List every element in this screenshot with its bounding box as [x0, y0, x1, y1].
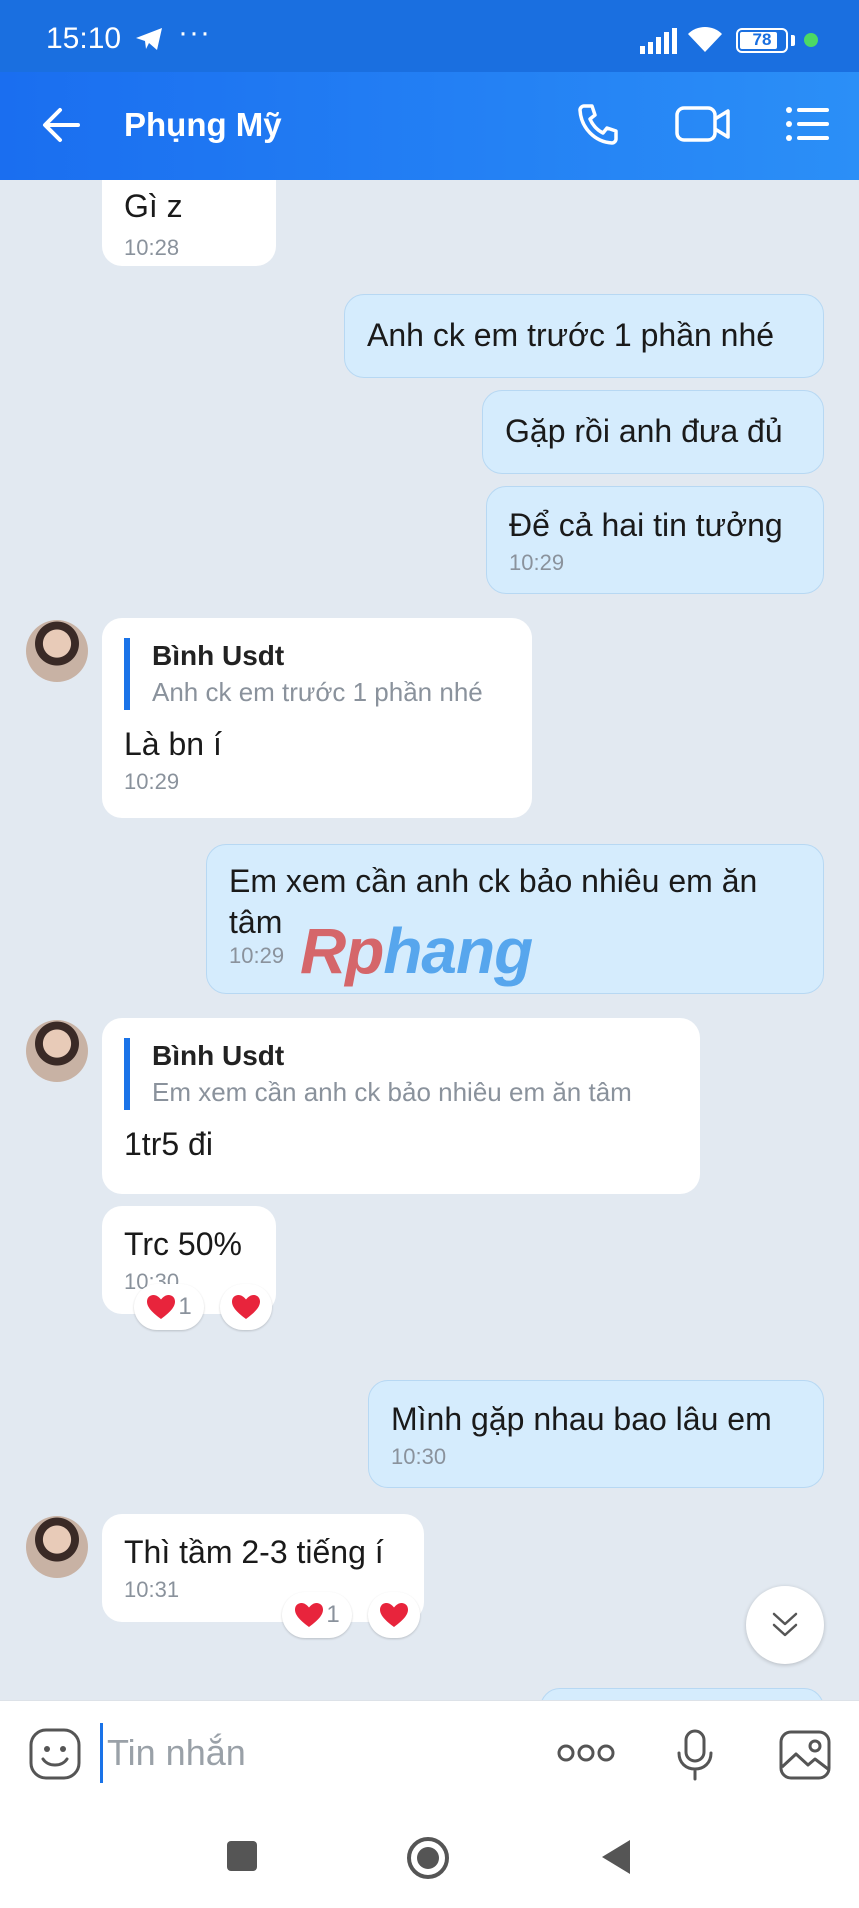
message-text: Trc 50%	[124, 1226, 242, 1262]
system-nav-bar	[0, 1806, 859, 1908]
message-time: 10:31	[124, 1577, 180, 1602]
status-time: 15:10	[46, 22, 122, 55]
message-bubble-outgoing-partial[interactable]	[540, 1688, 824, 1700]
add-reaction-button[interactable]	[220, 1284, 272, 1330]
message-text: 1tr5 đi	[124, 1126, 213, 1162]
privacy-indicator-dot	[804, 33, 818, 47]
message-bubble-outgoing[interactable]: Mình gặp nhau bao lâu em 10:30	[368, 1380, 824, 1488]
message-text: Để cả hai tin tưởng	[509, 507, 783, 543]
reply-quote[interactable]: Bình Usdt Em xem cần anh ck bảo nhiêu em…	[124, 1038, 678, 1110]
chat-area[interactable]: Gì z 10:28 Anh ck em trước 1 phần nhé Gặ…	[0, 180, 859, 1700]
message-text: Gặp rồi anh đưa đủ	[505, 413, 783, 449]
message-bubble-outgoing[interactable]: Anh ck em trước 1 phần nhé	[344, 294, 824, 378]
message-bubble-outgoing[interactable]: Để cả hai tin tưởng 10:29	[486, 486, 824, 594]
message-bubble-outgoing[interactable]: Gặp rồi anh đưa đủ	[482, 390, 824, 474]
recent-apps-button[interactable]	[226, 1840, 258, 1872]
add-reaction-button[interactable]	[368, 1592, 420, 1638]
message-bubble-incoming[interactable]: Gì z 10:28	[102, 180, 276, 266]
menu-list-icon[interactable]	[784, 100, 832, 148]
heart-icon	[295, 1603, 324, 1627]
reply-sender-name: Bình Usdt	[152, 640, 285, 671]
chevron-down-icon	[772, 1612, 798, 1637]
heart-icon	[147, 1295, 176, 1319]
avatar[interactable]	[26, 620, 88, 682]
message-text: Mình gặp nhau bao lâu em	[391, 1401, 772, 1437]
contact-name[interactable]: Phụng Mỹ	[124, 106, 282, 144]
reaction-count-pill[interactable]: 1	[134, 1284, 204, 1330]
message-time: 10:30	[391, 1444, 447, 1469]
message-input-bar	[0, 1700, 859, 1806]
telegram-icon	[136, 28, 162, 50]
message-time: 10:29	[124, 769, 180, 794]
more-icon[interactable]	[556, 1743, 616, 1763]
message-text: Là bn í	[124, 726, 222, 762]
signal-icon	[640, 28, 677, 54]
home-button[interactable]	[406, 1836, 450, 1880]
wifi-icon	[688, 26, 722, 52]
phone-icon[interactable]	[574, 100, 622, 148]
back-button[interactable]	[600, 1838, 632, 1876]
message-text: Thì tầm 2-3 tiếng í	[124, 1534, 384, 1570]
message-input[interactable]	[100, 1723, 520, 1783]
status-bar: 15:10 ··· 78	[0, 0, 859, 72]
chat-header: Phụng Mỹ	[0, 72, 859, 180]
reply-quote[interactable]: Bình Usdt Anh ck em trước 1 phần nhé	[124, 638, 510, 710]
watermark-part2: hang	[383, 915, 533, 987]
message-text: Gì z	[124, 188, 183, 224]
mic-icon[interactable]	[676, 1729, 714, 1781]
message-bubble-incoming[interactable]: Bình Usdt Anh ck em trước 1 phần nhé Là …	[102, 618, 532, 818]
status-more-dots: ···	[178, 16, 211, 49]
back-arrow-icon[interactable]	[38, 102, 84, 148]
battery-icon: 78	[736, 28, 788, 53]
message-time: 10:28	[124, 235, 180, 260]
reply-quoted-text: Anh ck em trước 1 phần nhé	[152, 677, 483, 707]
watermark-logo: Rphang	[300, 914, 533, 988]
scroll-to-bottom-button[interactable]	[746, 1586, 824, 1664]
message-text: Anh ck em trước 1 phần nhé	[367, 317, 775, 353]
emoji-icon[interactable]	[28, 1727, 82, 1781]
reply-sender-name: Bình Usdt	[152, 1040, 285, 1071]
reaction-count: 1	[326, 1601, 340, 1628]
avatar[interactable]	[26, 1020, 88, 1082]
message-bubble-incoming[interactable]: Bình Usdt Em xem cần anh ck bảo nhiêu em…	[102, 1018, 700, 1194]
message-time: 10:29	[509, 550, 565, 575]
reaction-count: 1	[178, 1293, 192, 1320]
heart-icon	[232, 1295, 260, 1319]
battery-level: 78	[752, 30, 772, 49]
reaction-count-pill[interactable]: 1	[282, 1592, 352, 1638]
image-icon[interactable]	[778, 1729, 832, 1781]
battery-tip	[791, 35, 795, 46]
heart-icon	[380, 1603, 408, 1627]
reply-quoted-text: Em xem cần anh ck bảo nhiêu em ăn tâm	[152, 1077, 632, 1107]
watermark-part1: Rp	[300, 915, 384, 987]
video-call-icon[interactable]	[674, 100, 732, 148]
avatar[interactable]	[26, 1516, 88, 1578]
